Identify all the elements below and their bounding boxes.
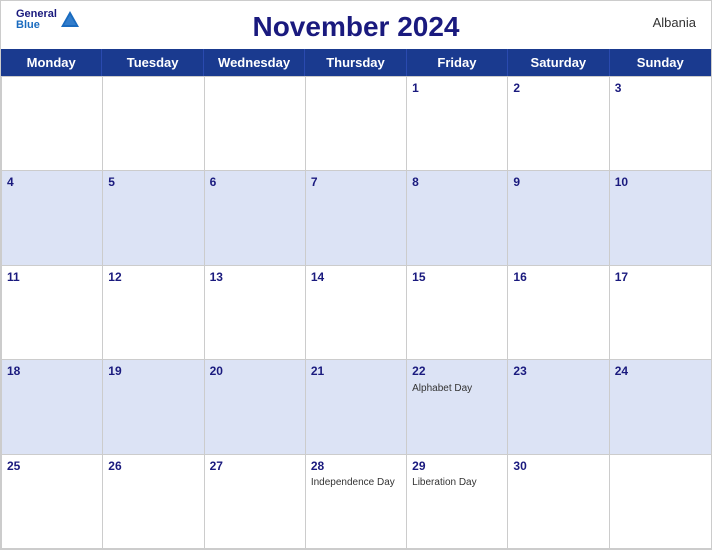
- day-monday: Monday: [1, 49, 102, 76]
- cell-w5-mon: 25: [2, 455, 103, 549]
- date-18: 18: [7, 363, 97, 380]
- date-9: 9: [513, 174, 603, 191]
- calendar-week-1: 1 2 3: [2, 77, 711, 171]
- country-label: Albania: [653, 15, 696, 30]
- cell-w4-wed: 20: [205, 360, 306, 454]
- cell-w1-sat: 2: [508, 77, 609, 171]
- cell-w3-tue: 12: [103, 266, 204, 360]
- cell-w2-fri: 8: [407, 171, 508, 265]
- date-20: 20: [210, 363, 300, 380]
- calendar-week-4: 18 19 20 21 22 Alphabet Day 23 24: [2, 360, 711, 454]
- date-10: 10: [615, 174, 706, 191]
- cell-w4-sun: 24: [610, 360, 711, 454]
- date-14: 14: [311, 269, 401, 286]
- date-28: 28: [311, 458, 401, 475]
- cell-w5-wed: 27: [205, 455, 306, 549]
- cell-w1-thu: [306, 77, 407, 171]
- cell-w3-wed: 13: [205, 266, 306, 360]
- date-13: 13: [210, 269, 300, 286]
- logo-blue: Blue: [16, 20, 57, 31]
- date-7: 7: [311, 174, 401, 191]
- date-16: 16: [513, 269, 603, 286]
- day-tuesday: Tuesday: [102, 49, 203, 76]
- day-sunday: Sunday: [610, 49, 711, 76]
- day-thursday: Thursday: [305, 49, 406, 76]
- cell-w5-fri: 29 Liberation Day: [407, 455, 508, 549]
- cell-w1-sun: 3: [610, 77, 711, 171]
- cell-w3-thu: 14: [306, 266, 407, 360]
- date-21: 21: [311, 363, 401, 380]
- day-wednesday: Wednesday: [204, 49, 305, 76]
- cell-w4-mon: 18: [2, 360, 103, 454]
- cell-w2-sat: 9: [508, 171, 609, 265]
- calendar-container: General Blue November 2024 Albania Monda…: [0, 0, 712, 550]
- cell-w4-fri: 22 Alphabet Day: [407, 360, 508, 454]
- calendar-week-3: 11 12 13 14 15 16 17: [2, 266, 711, 360]
- calendar-week-2: 4 5 6 7 8 9 10: [2, 171, 711, 265]
- date-3: 3: [615, 80, 706, 97]
- calendar-header: General Blue November 2024 Albania: [1, 1, 711, 49]
- date-12: 12: [108, 269, 198, 286]
- date-29: 29: [412, 458, 502, 475]
- logo-icon: [59, 9, 81, 31]
- date-4: 4: [7, 174, 97, 191]
- calendar-grid: 1 2 3 4 5 6 7 8: [1, 76, 711, 549]
- cell-w1-mon: [2, 77, 103, 171]
- cell-w4-thu: 21: [306, 360, 407, 454]
- logo-area: General Blue: [16, 9, 81, 31]
- date-8: 8: [412, 174, 502, 191]
- event-liberation-day: Liberation Day: [412, 476, 502, 489]
- cell-w3-sun: 17: [610, 266, 711, 360]
- cell-w3-mon: 11: [2, 266, 103, 360]
- cell-w1-wed: [205, 77, 306, 171]
- date-22: 22: [412, 363, 502, 380]
- date-6: 6: [210, 174, 300, 191]
- day-saturday: Saturday: [508, 49, 609, 76]
- cell-w5-sun: [610, 455, 711, 549]
- cell-w5-sat: 30: [508, 455, 609, 549]
- cell-w2-mon: 4: [2, 171, 103, 265]
- date-23: 23: [513, 363, 603, 380]
- calendar-title: November 2024: [252, 11, 459, 43]
- cell-w2-sun: 10: [610, 171, 711, 265]
- date-24: 24: [615, 363, 706, 380]
- date-30: 30: [513, 458, 603, 475]
- cell-w4-sat: 23: [508, 360, 609, 454]
- event-independence-day: Independence Day: [311, 476, 401, 489]
- date-15: 15: [412, 269, 502, 286]
- cell-w3-sat: 16: [508, 266, 609, 360]
- date-19: 19: [108, 363, 198, 380]
- cell-w4-tue: 19: [103, 360, 204, 454]
- cell-w5-thu: 28 Independence Day: [306, 455, 407, 549]
- days-header: Monday Tuesday Wednesday Thursday Friday…: [1, 49, 711, 76]
- calendar-week-5: 25 26 27 28 Independence Day 29 Liberati…: [2, 455, 711, 549]
- date-11: 11: [7, 269, 97, 286]
- date-1: 1: [412, 80, 502, 97]
- cell-w1-fri: 1: [407, 77, 508, 171]
- date-5: 5: [108, 174, 198, 191]
- cell-w2-thu: 7: [306, 171, 407, 265]
- event-alphabet-day: Alphabet Day: [412, 382, 502, 395]
- date-17: 17: [615, 269, 706, 286]
- date-2: 2: [513, 80, 603, 97]
- day-friday: Friday: [407, 49, 508, 76]
- date-26: 26: [108, 458, 198, 475]
- date-27: 27: [210, 458, 300, 475]
- cell-w2-tue: 5: [103, 171, 204, 265]
- cell-w3-fri: 15: [407, 266, 508, 360]
- cell-w2-wed: 6: [205, 171, 306, 265]
- date-25: 25: [7, 458, 97, 475]
- cell-w5-tue: 26: [103, 455, 204, 549]
- cell-w1-tue: [103, 77, 204, 171]
